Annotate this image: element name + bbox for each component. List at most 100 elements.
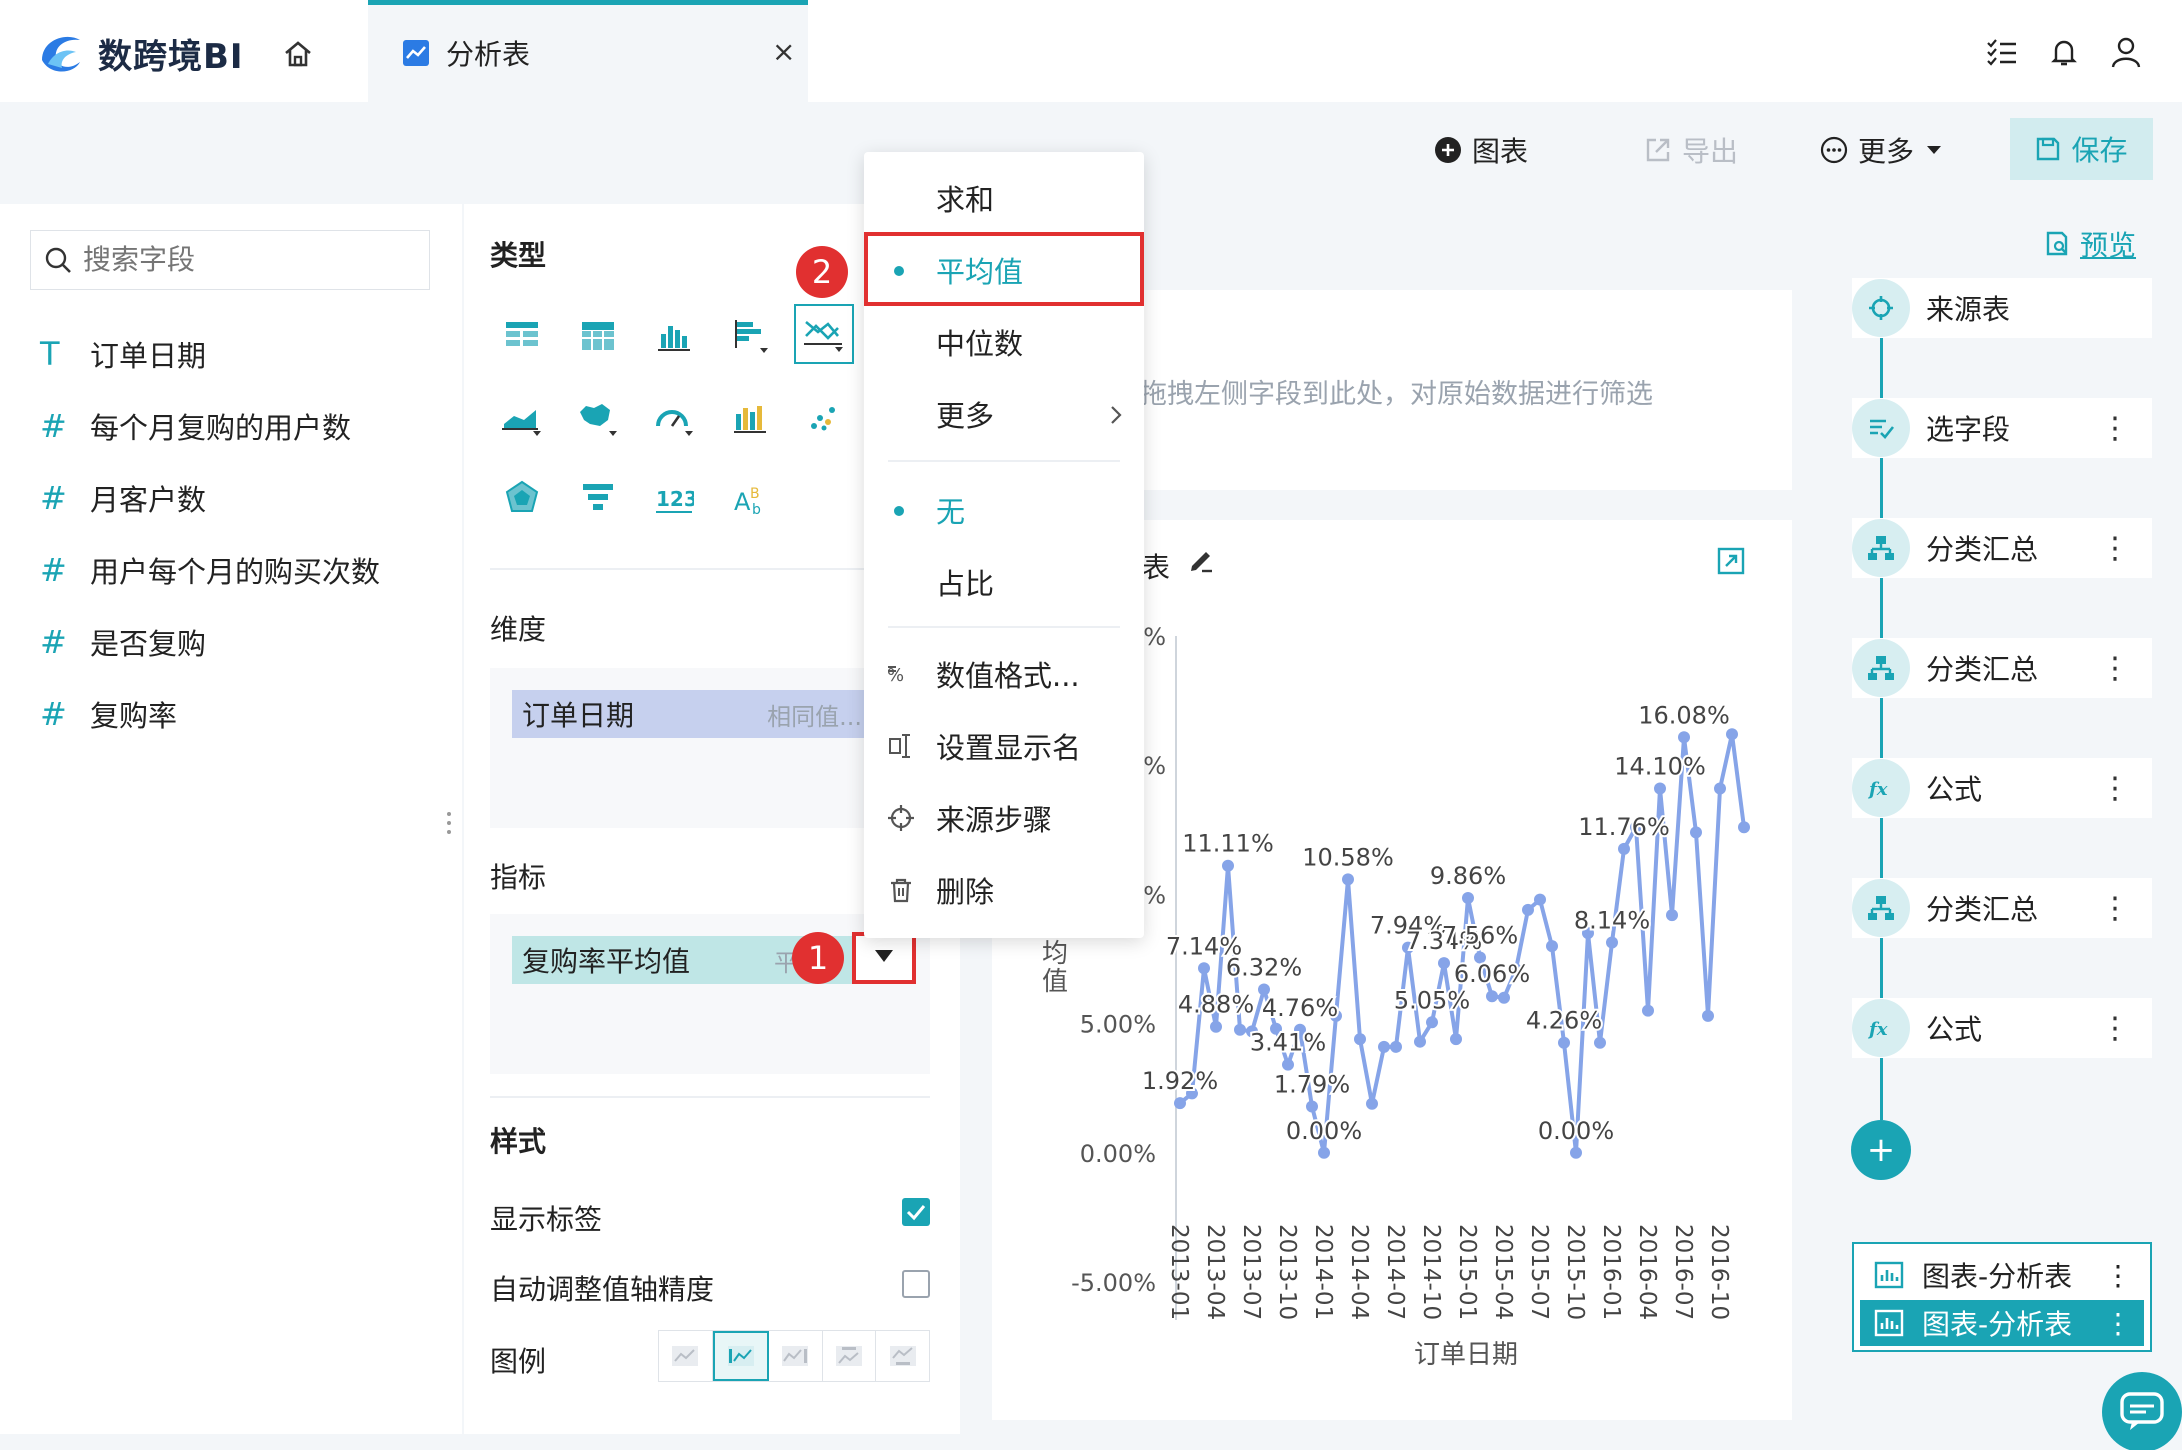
search-field-box[interactable] bbox=[30, 230, 430, 290]
flow-step[interactable]: 分类汇总 ⋮ bbox=[1852, 638, 2152, 698]
logo-icon bbox=[42, 36, 80, 72]
text-type-icon[interactable]: ABb bbox=[720, 468, 780, 528]
data-label: 11.76% bbox=[1578, 813, 1670, 841]
export-button[interactable]: 导出 bbox=[1644, 130, 1738, 170]
flow-step[interactable]: 分类汇总 ⋮ bbox=[1852, 878, 2152, 938]
menu-item-number-format[interactable]: % 数值格式... bbox=[864, 644, 1144, 704]
save-button[interactable]: 保存 bbox=[2010, 118, 2153, 180]
legend-position-group bbox=[658, 1330, 930, 1382]
data-point bbox=[1702, 1009, 1714, 1022]
area-type-icon[interactable] bbox=[492, 388, 552, 448]
kpi-number-type-icon[interactable]: 123 bbox=[644, 468, 704, 528]
flow-step[interactable]: 分类汇总 ⋮ bbox=[1852, 518, 2152, 578]
flow-step[interactable]: fx 公式 ⋮ bbox=[1852, 758, 2152, 818]
bell-icon[interactable] bbox=[2046, 34, 2082, 70]
legend-none-option[interactable] bbox=[659, 1331, 713, 1381]
data-point bbox=[1390, 1040, 1402, 1053]
legend-left-option[interactable] bbox=[712, 1331, 770, 1381]
table-type-icon[interactable] bbox=[492, 306, 552, 366]
more-options-icon[interactable]: ⋮ bbox=[2104, 1259, 2132, 1292]
resize-handle[interactable] bbox=[446, 810, 452, 836]
field-item[interactable]: T 订单日期 bbox=[40, 332, 206, 376]
menu-item-rename[interactable]: 设置显示名 bbox=[864, 716, 1144, 776]
menu-item-label: 中位数 bbox=[936, 327, 1024, 361]
data-label: 14.10% bbox=[1614, 752, 1706, 780]
x-tick-label: 2015-10 bbox=[1562, 1224, 1588, 1320]
legend-top-icon bbox=[836, 1346, 863, 1366]
top-bar bbox=[0, 0, 2182, 102]
crosstab-type-icon[interactable] bbox=[568, 306, 628, 366]
flow-step[interactable]: fx 公式 ⋮ bbox=[1852, 998, 2152, 1058]
preview-link[interactable]: 预览 bbox=[2044, 224, 2136, 264]
show-label-checkbox[interactable] bbox=[902, 1198, 930, 1226]
plus-circle-icon bbox=[1435, 137, 1461, 163]
line-type-icon-selected[interactable] bbox=[794, 304, 854, 364]
field-item[interactable]: # 用户每个月的购买次数 bbox=[40, 548, 380, 592]
edit-title-icon[interactable] bbox=[1186, 544, 1216, 574]
data-point bbox=[1342, 873, 1354, 886]
multi-bar-type-icon[interactable] bbox=[720, 388, 780, 448]
menu-item-percentage[interactable]: 占比 bbox=[864, 552, 1144, 612]
field-item[interactable]: # 是否复购 bbox=[40, 620, 206, 664]
add-chart-button[interactable]: 图表 bbox=[1434, 130, 1528, 170]
svg-text:%: % bbox=[887, 665, 904, 686]
map-type-icon[interactable] bbox=[568, 388, 628, 448]
menu-item-sum[interactable]: 求和 bbox=[864, 168, 1144, 228]
scatter-type-icon[interactable] bbox=[794, 388, 854, 448]
more-options-icon[interactable]: ⋮ bbox=[2100, 651, 2130, 686]
field-item[interactable]: # 复购率 bbox=[40, 692, 177, 736]
auto-precision-checkbox[interactable] bbox=[902, 1270, 930, 1298]
search-input[interactable] bbox=[83, 244, 403, 276]
legend-right-option[interactable] bbox=[769, 1331, 823, 1381]
dimension-label: 维度 bbox=[490, 613, 547, 646]
home-icon[interactable] bbox=[280, 36, 316, 72]
field-item[interactable]: # 每个月复购的用户数 bbox=[40, 404, 351, 448]
menu-item-more[interactable]: 更多 bbox=[864, 384, 1144, 444]
legend-bottom-option[interactable] bbox=[876, 1331, 929, 1381]
legend-top-option[interactable] bbox=[823, 1331, 877, 1381]
result-item[interactable]: 图表-分析表 ⋮ bbox=[1860, 1252, 2144, 1298]
expand-icon[interactable] bbox=[1716, 546, 1746, 576]
more-options-icon[interactable]: ⋮ bbox=[2104, 1307, 2132, 1340]
more-options-icon[interactable]: ⋮ bbox=[2100, 771, 2130, 806]
gauge-type-icon[interactable] bbox=[644, 388, 704, 448]
x-tick-label: 2014-07 bbox=[1382, 1224, 1408, 1320]
user-icon[interactable] bbox=[2108, 34, 2144, 70]
more-button[interactable]: 更多 bbox=[1820, 130, 1944, 170]
bar-type-icon[interactable] bbox=[644, 306, 704, 366]
data-label: 9.86% bbox=[1430, 862, 1506, 890]
hbar-type-icon[interactable] bbox=[720, 306, 780, 366]
data-point bbox=[1618, 842, 1630, 855]
funnel-type-icon[interactable] bbox=[568, 468, 628, 528]
field-type-icon: T bbox=[40, 335, 60, 373]
data-point bbox=[1642, 1004, 1654, 1017]
menu-item-none[interactable]: 无 bbox=[864, 480, 1144, 540]
data-point bbox=[1558, 1036, 1570, 1049]
menu-item-median[interactable]: 中位数 bbox=[864, 312, 1144, 372]
dimension-pill[interactable]: 订单日期 相同值... bbox=[512, 690, 872, 738]
data-label: 16.08% bbox=[1638, 701, 1730, 729]
more-options-icon[interactable]: ⋮ bbox=[2100, 1011, 2130, 1046]
chat-support-button[interactable] bbox=[2102, 1372, 2182, 1450]
field-type-icon: # bbox=[40, 551, 67, 589]
task-list-icon[interactable] bbox=[1984, 34, 2020, 70]
close-icon[interactable]: × bbox=[772, 35, 795, 68]
more-options-icon[interactable]: ⋮ bbox=[2100, 411, 2130, 446]
app-logo[interactable]: 数跨境BI bbox=[36, 28, 244, 78]
more-options-icon[interactable]: ⋮ bbox=[2100, 531, 2130, 566]
flow-step[interactable]: 选字段 ⋮ bbox=[1852, 398, 2152, 458]
x-tick-label: 2015-07 bbox=[1526, 1224, 1552, 1320]
more-options-icon[interactable]: ⋮ bbox=[2100, 891, 2130, 926]
data-point bbox=[1738, 821, 1750, 834]
metric-dropdown-button[interactable] bbox=[852, 932, 916, 984]
field-item[interactable]: # 月客户数 bbox=[40, 476, 206, 520]
x-tick-label: 2015-04 bbox=[1490, 1224, 1516, 1320]
add-step-button[interactable]: + bbox=[1851, 1120, 1911, 1180]
result-item-active[interactable]: 图表-分析表 ⋮ bbox=[1860, 1300, 2144, 1346]
tab-analysis[interactable]: 分析表 × bbox=[368, 0, 808, 102]
radar-type-icon[interactable] bbox=[492, 468, 552, 528]
menu-item-delete[interactable]: 删除 bbox=[864, 860, 1144, 920]
y-tick-label: -5.00% bbox=[1071, 1269, 1156, 1297]
flow-step[interactable]: 来源表 bbox=[1852, 278, 2152, 338]
menu-item-source-step[interactable]: 来源步骤 bbox=[864, 788, 1144, 848]
